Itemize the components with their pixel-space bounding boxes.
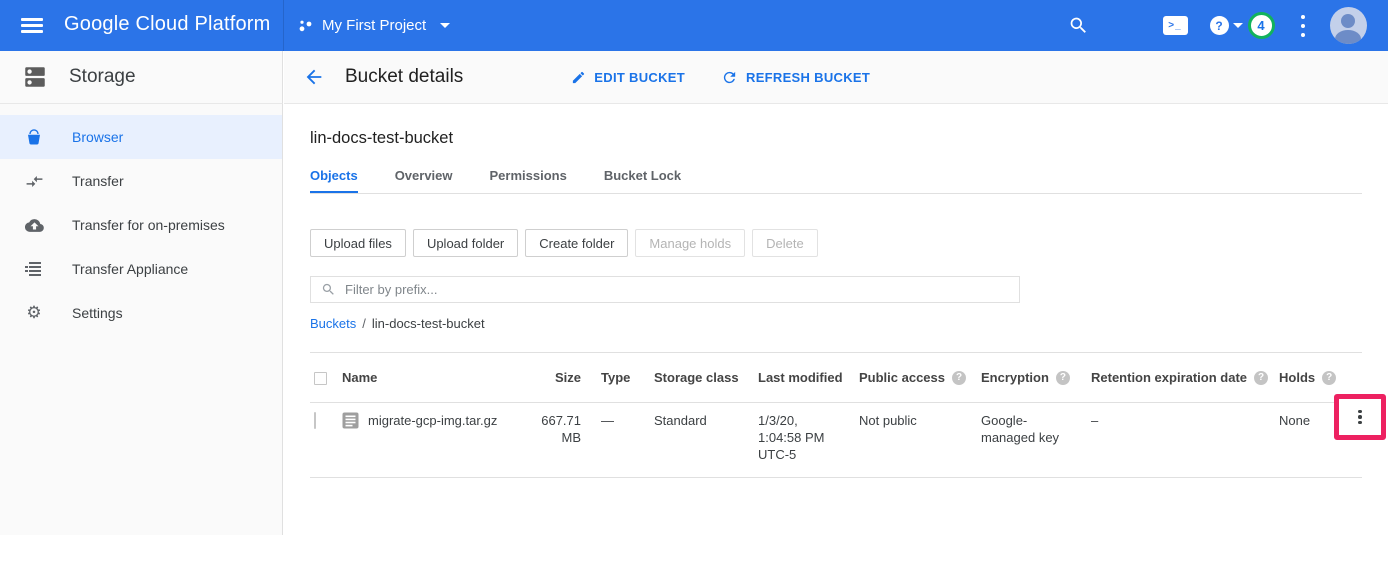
more-options-icon[interactable]	[1295, 0, 1311, 51]
bucket-name-title: lin-docs-test-bucket	[310, 129, 453, 148]
avatar	[1330, 7, 1367, 44]
compare-arrows-icon	[24, 172, 44, 191]
notifications-button[interactable]: 4	[1247, 0, 1275, 51]
objects-toolbar: Upload files Upload folder Create folder…	[310, 229, 818, 257]
file-icon	[342, 412, 359, 429]
column-header-storage-class: Storage class	[654, 370, 758, 385]
object-name-link[interactable]: migrate-gcp-img.tar.gz	[368, 412, 497, 429]
pencil-icon	[571, 70, 586, 85]
delete-button[interactable]: Delete	[752, 229, 818, 257]
refresh-bucket-button[interactable]: REFRESH BUCKET	[721, 69, 870, 86]
page-title: Bucket details	[345, 66, 463, 88]
sidebar-nav: Browser Transfer Transfer for on-premise…	[0, 104, 283, 535]
sidebar-item-transfer-on-premises[interactable]: Transfer for on-premises	[0, 203, 282, 247]
column-header-public-access: Public access?	[859, 370, 981, 385]
main-content: lin-docs-test-bucket Objects Overview Pe…	[283, 104, 1388, 579]
cell-holds: None	[1279, 412, 1329, 429]
row-checkbox[interactable]	[314, 412, 316, 429]
annotation-highlight-box	[1334, 394, 1386, 440]
help-icon[interactable]: ?	[1056, 371, 1070, 385]
column-header-type: Type	[601, 370, 654, 385]
objects-table: Name Size Type Storage class Last modifi…	[310, 352, 1362, 478]
help-icon: ?	[1210, 16, 1229, 35]
search-icon	[321, 282, 336, 297]
manage-holds-button[interactable]: Manage holds	[635, 229, 745, 257]
upload-files-button[interactable]: Upload files	[310, 229, 406, 257]
sidebar-item-transfer-appliance[interactable]: Transfer Appliance	[0, 247, 282, 291]
cell-encryption: Google-managed key	[981, 412, 1061, 446]
help-menu[interactable]: ?	[1208, 0, 1244, 51]
appliance-list-icon	[24, 260, 44, 278]
brand-logo: Google Cloud Platform	[64, 13, 271, 36]
product-title: Storage	[69, 66, 136, 88]
table-row: migrate-gcp-img.tar.gz 667.71 MB — Stand…	[310, 403, 1362, 478]
cell-public-access: Not public	[859, 412, 981, 429]
breadcrumb-separator: /	[362, 316, 366, 331]
project-icon	[299, 19, 313, 33]
project-switcher[interactable]: My First Project	[299, 0, 450, 51]
edit-bucket-button[interactable]: EDIT BUCKET	[571, 70, 685, 85]
tab-overview[interactable]: Overview	[395, 160, 453, 193]
product-header: Storage	[0, 51, 283, 104]
column-header-last-modified: Last modified	[758, 370, 859, 385]
sidebar-item-settings[interactable]: ⚙ Settings	[0, 291, 282, 335]
cloud-upload-icon	[24, 216, 44, 235]
breadcrumb-buckets-link[interactable]: Buckets	[310, 316, 356, 331]
prefix-filter	[310, 276, 1020, 303]
help-icon[interactable]: ?	[1254, 371, 1268, 385]
page-header: Bucket details EDIT BUCKET REFRESH BUCKE…	[284, 51, 1388, 104]
cloud-shell-icon[interactable]: >_	[1162, 0, 1188, 51]
cell-retention: –	[1091, 412, 1279, 429]
cell-type: —	[601, 412, 654, 429]
hamburger-menu-icon[interactable]	[21, 18, 43, 33]
chevron-down-icon	[440, 23, 450, 28]
breadcrumb: Buckets / lin-docs-test-bucket	[310, 316, 485, 331]
cell-last-modified: 1/3/20, 1:04:58 PM UTC-5	[758, 412, 840, 463]
chevron-down-icon	[1233, 23, 1243, 28]
column-header-encryption: Encryption?	[981, 370, 1091, 385]
table-header-row: Name Size Type Storage class Last modifi…	[310, 352, 1362, 403]
tab-bucket-lock[interactable]: Bucket Lock	[604, 160, 681, 193]
sidebar-item-transfer[interactable]: Transfer	[0, 159, 282, 203]
column-header-name: Name	[336, 370, 536, 385]
notification-badge: 4	[1248, 12, 1275, 39]
help-icon[interactable]: ?	[1322, 371, 1336, 385]
storage-product-icon	[22, 64, 48, 90]
tab-objects[interactable]: Objects	[310, 160, 358, 193]
cell-storage-class: Standard	[654, 412, 758, 429]
refresh-icon	[721, 69, 738, 86]
sidebar-item-browser[interactable]: Browser	[0, 115, 282, 159]
column-header-size: Size	[536, 370, 601, 385]
project-name: My First Project	[322, 17, 426, 34]
create-folder-button[interactable]: Create folder	[525, 229, 628, 257]
upload-folder-button[interactable]: Upload folder	[413, 229, 518, 257]
bucket-icon	[24, 128, 44, 146]
row-actions-menu-icon[interactable]	[1358, 408, 1362, 427]
topbar-divider	[283, 0, 284, 51]
cell-size: 667.71 MB	[536, 412, 601, 446]
filter-by-prefix-input[interactable]	[345, 282, 1019, 297]
bucket-tabs: Objects Overview Permissions Bucket Lock	[310, 160, 1362, 194]
help-icon[interactable]: ?	[952, 371, 966, 385]
select-all-checkbox[interactable]	[314, 372, 327, 385]
back-arrow-icon[interactable]	[303, 66, 325, 88]
top-app-bar: Google Cloud Platform My First Project >…	[0, 0, 1388, 51]
gear-icon: ⚙	[24, 305, 44, 322]
column-header-holds: Holds?	[1279, 370, 1329, 385]
breadcrumb-current: lin-docs-test-bucket	[372, 316, 485, 331]
account-avatar[interactable]	[1329, 0, 1367, 51]
column-header-retention: Retention expiration date?	[1091, 370, 1279, 385]
search-icon[interactable]	[1066, 0, 1090, 51]
tab-permissions[interactable]: Permissions	[490, 160, 567, 193]
